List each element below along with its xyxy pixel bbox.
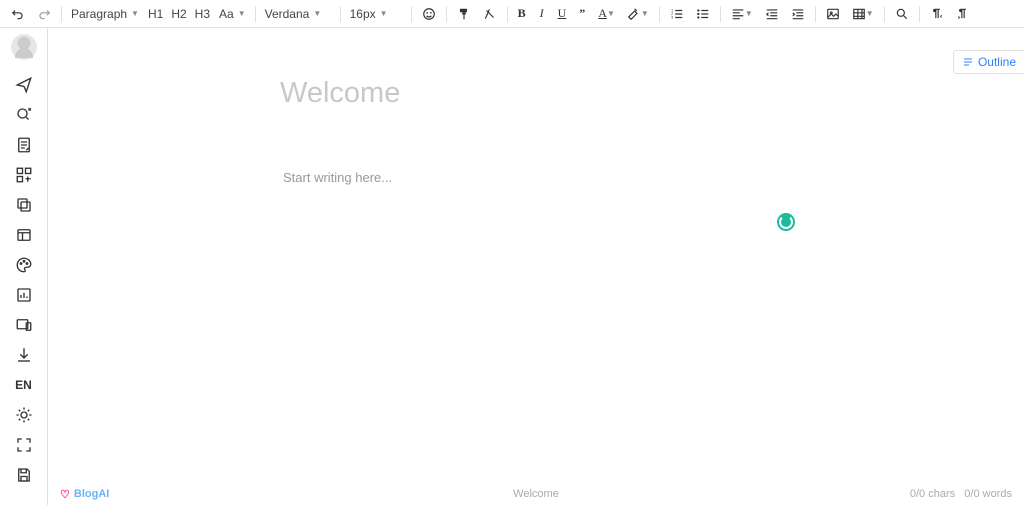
undo-button[interactable] <box>6 4 30 24</box>
chevron-down-icon: ▼ <box>313 9 321 18</box>
bold-button[interactable]: B <box>513 4 531 24</box>
outline-toggle-button[interactable]: Outline <box>953 50 1024 74</box>
main-area: EN Welcome Start writing here... <box>0 28 1024 505</box>
document-body-placeholder[interactable]: Start writing here... <box>283 170 392 185</box>
heading-2-button[interactable]: H2 <box>168 7 189 21</box>
chevron-down-icon: ▼ <box>866 9 874 18</box>
language-label: EN <box>15 378 32 392</box>
block-style-dropdown[interactable]: Paragraph ▼ <box>67 7 143 21</box>
search-button[interactable] <box>890 4 914 24</box>
chevron-down-icon: ▼ <box>380 9 388 18</box>
chevron-down-icon: ▼ <box>745 9 753 18</box>
toolbar-separator <box>340 6 341 22</box>
block-style-label: Paragraph <box>71 7 127 21</box>
brand-label: BlogAI <box>74 488 109 500</box>
toolbar-separator <box>255 6 256 22</box>
send-icon[interactable] <box>8 70 40 100</box>
toolbar-separator <box>720 6 721 22</box>
text-case-dropdown[interactable]: Aa ▼ <box>215 7 250 21</box>
font-family-label: Verdana <box>265 7 310 21</box>
chevron-down-icon: ▼ <box>238 9 246 18</box>
insert-image-button[interactable] <box>821 4 845 24</box>
underline-button[interactable]: U <box>553 4 572 24</box>
formatting-toolbar: Paragraph▼ H1 H2 H3 Aa▼ Verdana▼ 16px▼ B… <box>0 0 1024 28</box>
rtl-button[interactable] <box>951 4 975 24</box>
chart-icon[interactable] <box>8 280 40 310</box>
search-replace-icon[interactable] <box>8 100 40 130</box>
chevron-down-icon: ▼ <box>607 9 615 18</box>
format-painter-button[interactable] <box>452 4 476 24</box>
font-size-dropdown[interactable]: 16px ▼ <box>346 7 406 21</box>
font-family-dropdown[interactable]: Verdana▼ <box>261 7 335 21</box>
emoji-button[interactable] <box>417 4 441 24</box>
list-icon <box>962 56 974 68</box>
chevron-down-icon: ▼ <box>641 9 649 18</box>
brand-link[interactable]: ♡ BlogAI <box>60 488 109 501</box>
language-button[interactable]: EN <box>8 370 40 400</box>
copy-icon[interactable] <box>8 190 40 220</box>
align-left-button[interactable]: ▼ <box>726 4 758 24</box>
heart-icon: ♡ <box>60 488 70 501</box>
quote-button[interactable]: ” <box>573 4 591 24</box>
user-avatar[interactable] <box>11 34 37 60</box>
status-bar: ♡ BlogAI Welcome 0/0 chars 0/0 words <box>48 483 1024 505</box>
download-icon[interactable] <box>8 340 40 370</box>
toolbar-separator <box>884 6 885 22</box>
fullscreen-icon[interactable] <box>8 430 40 460</box>
clear-format-button[interactable] <box>478 4 502 24</box>
heading-3-button[interactable]: H3 <box>192 7 213 21</box>
unordered-list-button[interactable] <box>691 4 715 24</box>
toolbar-separator <box>659 6 660 22</box>
apps-icon[interactable] <box>8 160 40 190</box>
outline-label: Outline <box>978 55 1016 69</box>
italic-button[interactable]: I <box>533 4 551 24</box>
font-color-button[interactable]: A▼ <box>593 4 620 24</box>
brightness-icon[interactable] <box>8 400 40 430</box>
editor-canvas[interactable]: Welcome Start writing here... <box>48 28 1024 505</box>
document-name-status: Welcome <box>513 488 559 500</box>
toolbar-separator <box>446 6 447 22</box>
svg-text:3: 3 <box>671 15 673 19</box>
outdent-button[interactable] <box>760 4 784 24</box>
indent-button[interactable] <box>786 4 810 24</box>
left-sidebar: EN <box>0 28 48 505</box>
heading-1-button[interactable]: H1 <box>145 7 166 21</box>
insert-table-button[interactable]: ▼ <box>847 4 879 24</box>
document-title-placeholder[interactable]: Welcome <box>280 77 400 110</box>
device-icon[interactable] <box>8 310 40 340</box>
ltr-button[interactable] <box>925 4 949 24</box>
toolbar-separator <box>919 6 920 22</box>
toolbar-separator <box>61 6 62 22</box>
chevron-down-icon: ▼ <box>131 9 139 18</box>
font-size-label: 16px <box>350 7 376 21</box>
palette-icon[interactable] <box>8 250 40 280</box>
redo-button[interactable] <box>32 4 56 24</box>
toolbar-separator <box>411 6 412 22</box>
char-word-stats: 0/0 chars 0/0 words <box>910 488 1012 500</box>
note-icon[interactable] <box>8 130 40 160</box>
loading-spinner-icon <box>777 213 795 231</box>
text-case-label: Aa <box>219 7 234 21</box>
layout-icon[interactable] <box>8 220 40 250</box>
toolbar-separator <box>815 6 816 22</box>
save-icon[interactable] <box>8 460 40 490</box>
toolbar-separator <box>507 6 508 22</box>
ordered-list-button[interactable]: 123 <box>665 4 689 24</box>
highlight-button[interactable]: ▼ <box>622 4 654 24</box>
